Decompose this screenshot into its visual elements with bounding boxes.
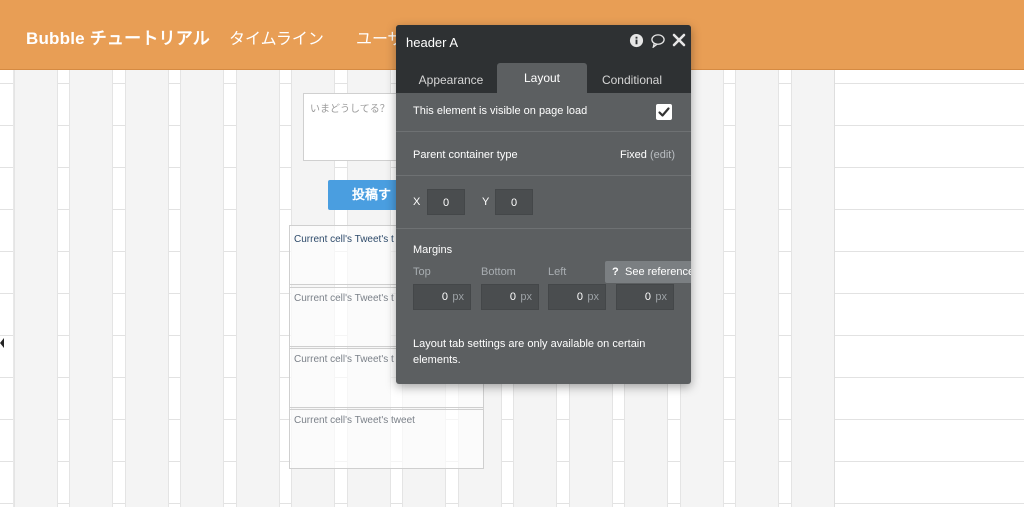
tab-conditional[interactable]: Conditional [588, 67, 676, 93]
caret-left-icon [0, 338, 4, 348]
margin-left-label: Left [548, 266, 567, 278]
grid-column [735, 70, 779, 507]
margins-label: Margins [413, 244, 453, 256]
visible-on-load-label: This element is visible on page load [413, 105, 588, 117]
margin-left-input[interactable]: 0 px [548, 284, 606, 310]
grid-column [14, 70, 58, 507]
tweet-input[interactable]: いまどうしてる？ [303, 93, 403, 161]
see-reference-button[interactable]: ? See reference → [605, 261, 691, 283]
divider [396, 131, 691, 132]
layout-note: Layout tab settings are only available o… [413, 338, 646, 366]
panel-title: header A [406, 35, 459, 50]
margin-right-input[interactable]: 0 px [616, 284, 674, 310]
unit-px: px [587, 291, 599, 303]
cell-tweet-text: Current cell's Tweet's tweet [294, 415, 415, 426]
margin-right-value: 0 [644, 291, 651, 303]
nav-timeline[interactable]: タイムライン [229, 25, 324, 49]
unit-px: px [520, 291, 532, 303]
cell-tweet-text: Current cell's Tweet's t [294, 354, 394, 365]
y-label: Y [482, 196, 490, 208]
cell-tweet-text: Current cell's Tweet's t [294, 234, 394, 245]
margin-top-label: Top [413, 266, 431, 278]
help-icon: ? [612, 266, 619, 278]
grid-column [791, 70, 835, 507]
comment-icon[interactable] [650, 33, 666, 49]
x-input[interactable]: 0 [427, 189, 465, 215]
visible-on-load-checkbox[interactable] [656, 104, 672, 120]
edit-link[interactable]: (edit) [650, 149, 675, 161]
margin-bottom-label: Bottom [481, 266, 516, 278]
info-icon[interactable] [629, 33, 645, 49]
close-icon[interactable] [672, 33, 688, 49]
divider [396, 228, 691, 229]
unit-px: px [452, 291, 464, 303]
tab-layout[interactable]: Layout [497, 63, 587, 93]
panel-header[interactable]: header A [396, 25, 691, 59]
parent-container-type: Fixed [620, 149, 647, 161]
checkmark-icon [658, 107, 670, 117]
grid-column [69, 70, 113, 507]
parent-container-label: Parent container type [413, 149, 518, 161]
grid-column [236, 70, 280, 507]
margin-bottom-input[interactable]: 0 px [481, 284, 539, 310]
unit-px: px [655, 291, 667, 303]
margin-left-value: 0 [576, 291, 583, 303]
x-label: X [413, 196, 421, 208]
panel-tabs: Appearance Layout Conditional [396, 59, 691, 93]
parent-container-value[interactable]: Fixed (edit) [620, 149, 675, 161]
grid-edge [834, 70, 835, 507]
grid-column [180, 70, 224, 507]
margin-top-input[interactable]: 0 px [413, 284, 471, 310]
divider [396, 175, 691, 176]
see-reference-label: See reference → [625, 266, 691, 278]
margin-top-value: 0 [441, 291, 448, 303]
y-input[interactable]: 0 [495, 189, 533, 215]
tab-appearance[interactable]: Appearance [406, 67, 496, 93]
grid-column [125, 70, 169, 507]
brand-title[interactable]: Bubble チュートリアル [26, 24, 210, 49]
property-editor-panel[interactable]: header A Appearance Layout Conditional T… [396, 25, 691, 384]
cell-tweet-text: Current cell's Tweet's t [294, 293, 394, 304]
margin-bottom-value: 0 [509, 291, 516, 303]
